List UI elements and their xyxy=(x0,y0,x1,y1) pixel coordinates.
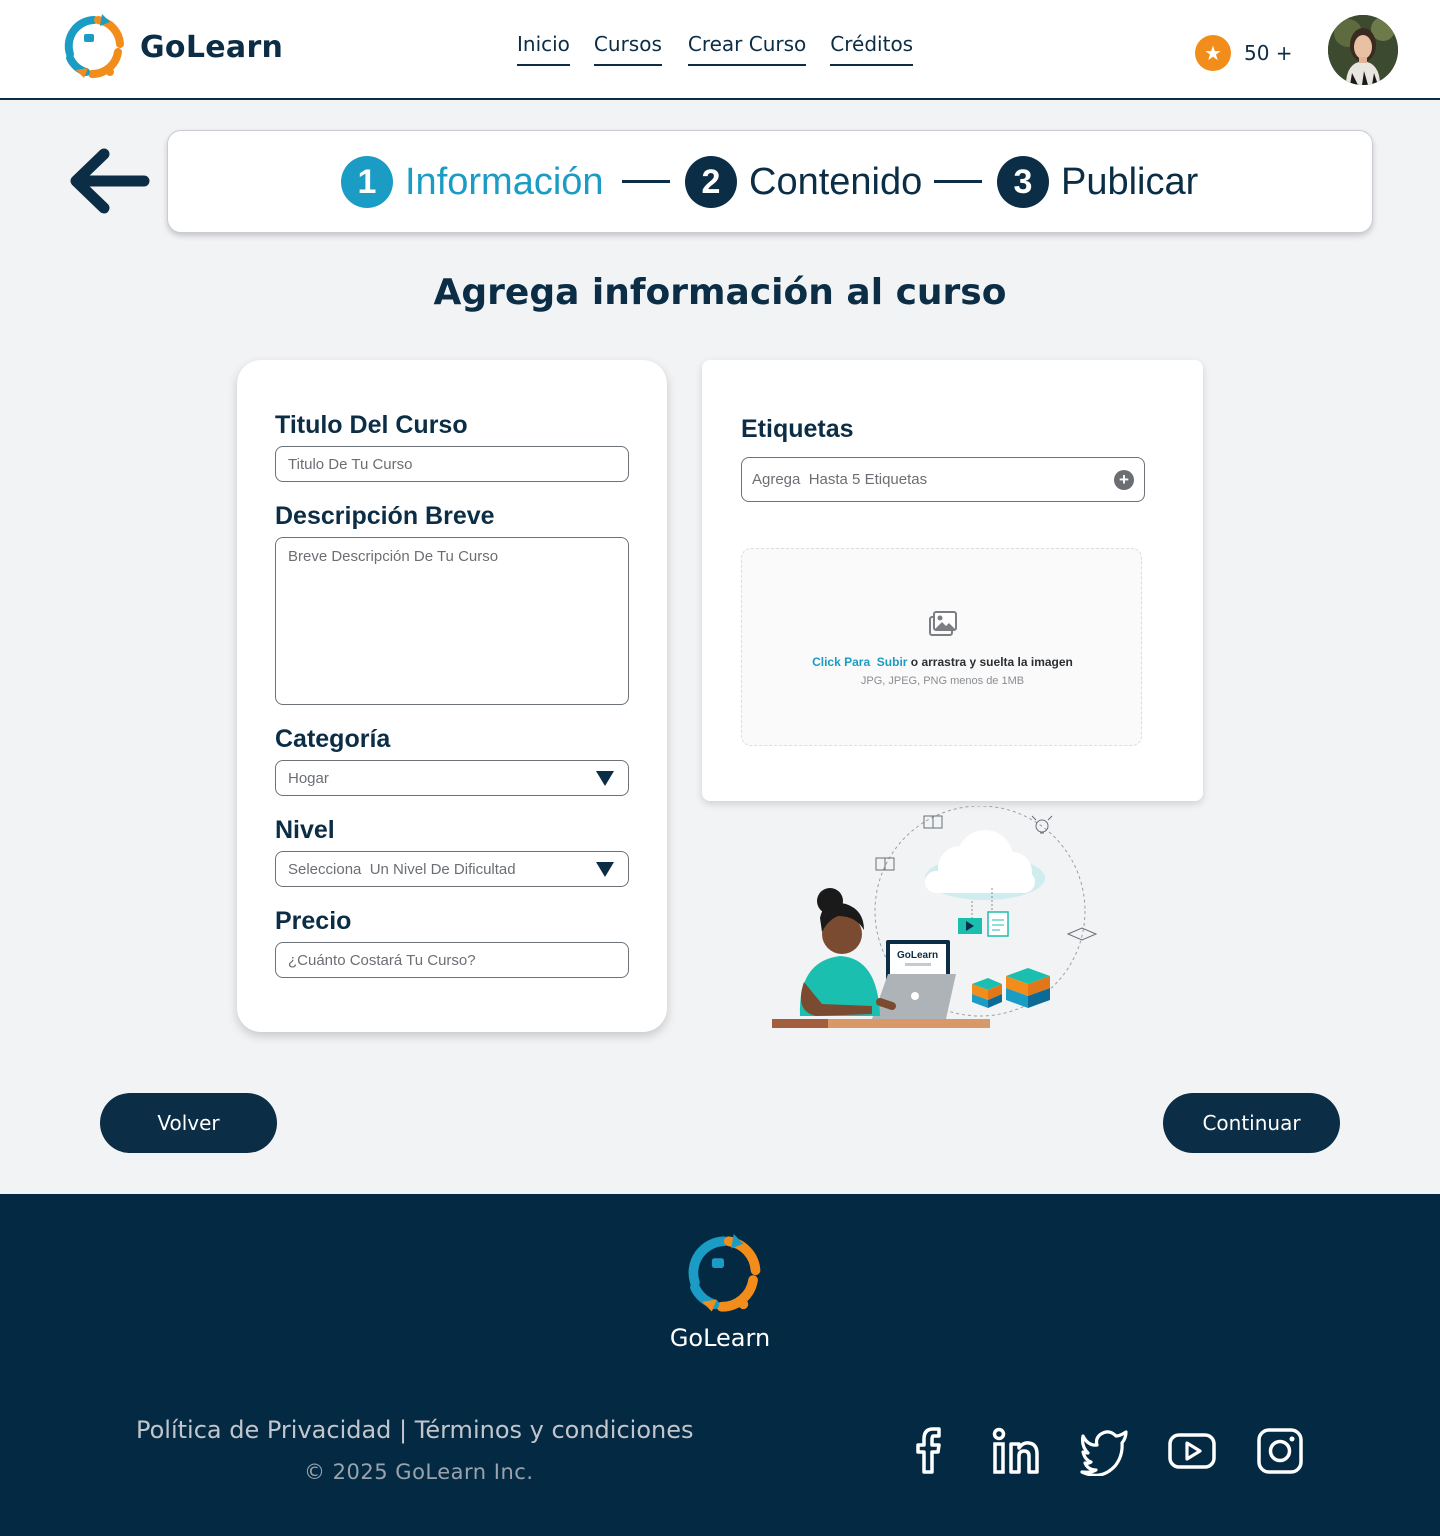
step-label: Publicar xyxy=(1061,160,1199,203)
step-number: 2 xyxy=(685,156,737,208)
tags-input[interactable]: Agrega Hasta 5 Etiquetas + xyxy=(741,457,1145,502)
youtube-icon[interactable] xyxy=(1167,1426,1217,1476)
title-label: Titulo Del Curso xyxy=(275,411,468,439)
tags-label: Etiquetas xyxy=(741,415,854,443)
linkedin-icon[interactable] xyxy=(991,1426,1041,1476)
nav-inicio[interactable]: Inicio xyxy=(517,32,570,66)
twitter-icon[interactable] xyxy=(1079,1426,1129,1476)
instagram-icon[interactable] xyxy=(1255,1426,1305,1476)
site-footer: GoLearn Política de Privacidad | Término… xyxy=(0,1194,1440,1536)
upload-file-hint: JPG, JPEG, PNG menos de 1MB xyxy=(860,675,1025,687)
step-label: Información xyxy=(405,160,604,203)
description-placeholder: Breve Descripción De Tu Curso xyxy=(288,548,499,565)
dropdown-triangle-icon xyxy=(596,770,614,786)
back-button[interactable]: Volver xyxy=(100,1093,277,1153)
brand-name: GoLearn xyxy=(140,29,284,65)
progress-stepper: 1 Información 2 Contenido 3 Publicar xyxy=(167,130,1373,233)
footer-brand-name: GoLearn xyxy=(669,1324,771,1352)
level-value: Selecciona Un Nivel De Dificultad xyxy=(288,860,516,878)
category-select[interactable]: Hogar xyxy=(275,760,629,796)
main-nav: Inicio Cursos Crear Curso Créditos xyxy=(517,32,914,66)
price-label: Precio xyxy=(275,907,352,935)
title-input[interactable]: Titulo De Tu Curso xyxy=(275,446,629,482)
tags-placeholder: Agrega Hasta 5 Etiquetas xyxy=(752,471,928,488)
category-label: Categoría xyxy=(275,725,391,753)
golearn-logo-icon xyxy=(64,14,124,79)
dropdown-triangle-icon xyxy=(596,861,614,877)
level-select[interactable]: Selecciona Un Nivel De Dificultad xyxy=(275,851,629,887)
cloud-icon xyxy=(925,830,1045,900)
user-avatar[interactable] xyxy=(1328,15,1398,85)
credits-display[interactable]: ★ 50 + xyxy=(1195,35,1293,71)
star-icon: ★ xyxy=(1195,35,1231,71)
image-upload-dropzone[interactable]: Click Para Subir o arrastra y suelta la … xyxy=(741,548,1142,746)
click-to-upload-link[interactable]: Click Para Subir xyxy=(812,655,907,669)
title-placeholder: Titulo De Tu Curso xyxy=(288,455,413,473)
nav-crear-curso[interactable]: Crear Curso xyxy=(687,32,807,66)
back-arrow-icon[interactable] xyxy=(66,146,150,216)
golearn-logo-icon xyxy=(688,1234,761,1312)
category-value: Hogar xyxy=(288,769,329,787)
upload-instruction: Click Para Subir o arrastra y suelta la … xyxy=(742,655,1143,669)
nav-cursos[interactable]: Cursos xyxy=(593,32,662,66)
step-contenido[interactable]: 2 Contenido xyxy=(685,156,922,208)
course-info-form: Titulo Del Curso Titulo De Tu Curso Desc… xyxy=(237,360,667,1032)
copyright-text: © 2025 GoLearn Inc. xyxy=(304,1460,534,1484)
drag-drop-text: o arrastra y suelta la imagen xyxy=(907,655,1073,669)
top-header: GoLearn Inicio Cursos Crear Curso Crédit… xyxy=(0,0,1440,100)
step-label: Contenido xyxy=(749,160,923,203)
footer-links: Política de Privacidad | Términos y cond… xyxy=(136,1416,693,1444)
tags-upload-card: Etiquetas Agrega Hasta 5 Etiquetas + Cli… xyxy=(702,360,1203,801)
description-textarea[interactable]: Breve Descripción De Tu Curso xyxy=(275,537,629,705)
terms-link[interactable]: Términos y condiciones xyxy=(415,1416,694,1444)
step-publicar[interactable]: 3 Publicar xyxy=(997,156,1198,208)
step-number: 3 xyxy=(997,156,1049,208)
avatar-image xyxy=(1328,15,1398,85)
nav-creditos[interactable]: Créditos xyxy=(830,32,914,66)
online-learning-illustration: GoLearn xyxy=(772,806,1098,1028)
brand-logo[interactable]: GoLearn xyxy=(62,14,283,80)
price-placeholder: ¿Cuánto Costará Tu Curso? xyxy=(288,951,476,969)
privacy-policy-link[interactable]: Política de Privacidad xyxy=(136,1416,391,1444)
step-informacion[interactable]: 1 Información xyxy=(341,156,604,208)
add-tag-plus-icon[interactable]: + xyxy=(1114,469,1134,490)
continue-button[interactable]: Continuar xyxy=(1163,1093,1340,1153)
image-upload-icon xyxy=(929,611,957,636)
step-connector xyxy=(622,180,670,183)
step-number: 1 xyxy=(341,156,393,208)
footer-link-separator: | xyxy=(391,1416,415,1444)
step-connector xyxy=(934,180,982,183)
laptop-brand-text: GoLearn xyxy=(897,950,938,961)
level-label: Nivel xyxy=(275,816,335,844)
page-title: Agrega información al curso xyxy=(433,272,1007,313)
description-label: Descripción Breve xyxy=(275,502,495,530)
facebook-icon[interactable] xyxy=(904,1426,954,1476)
price-input[interactable]: ¿Cuánto Costará Tu Curso? xyxy=(275,942,629,978)
credits-count: 50 + xyxy=(1244,41,1293,65)
